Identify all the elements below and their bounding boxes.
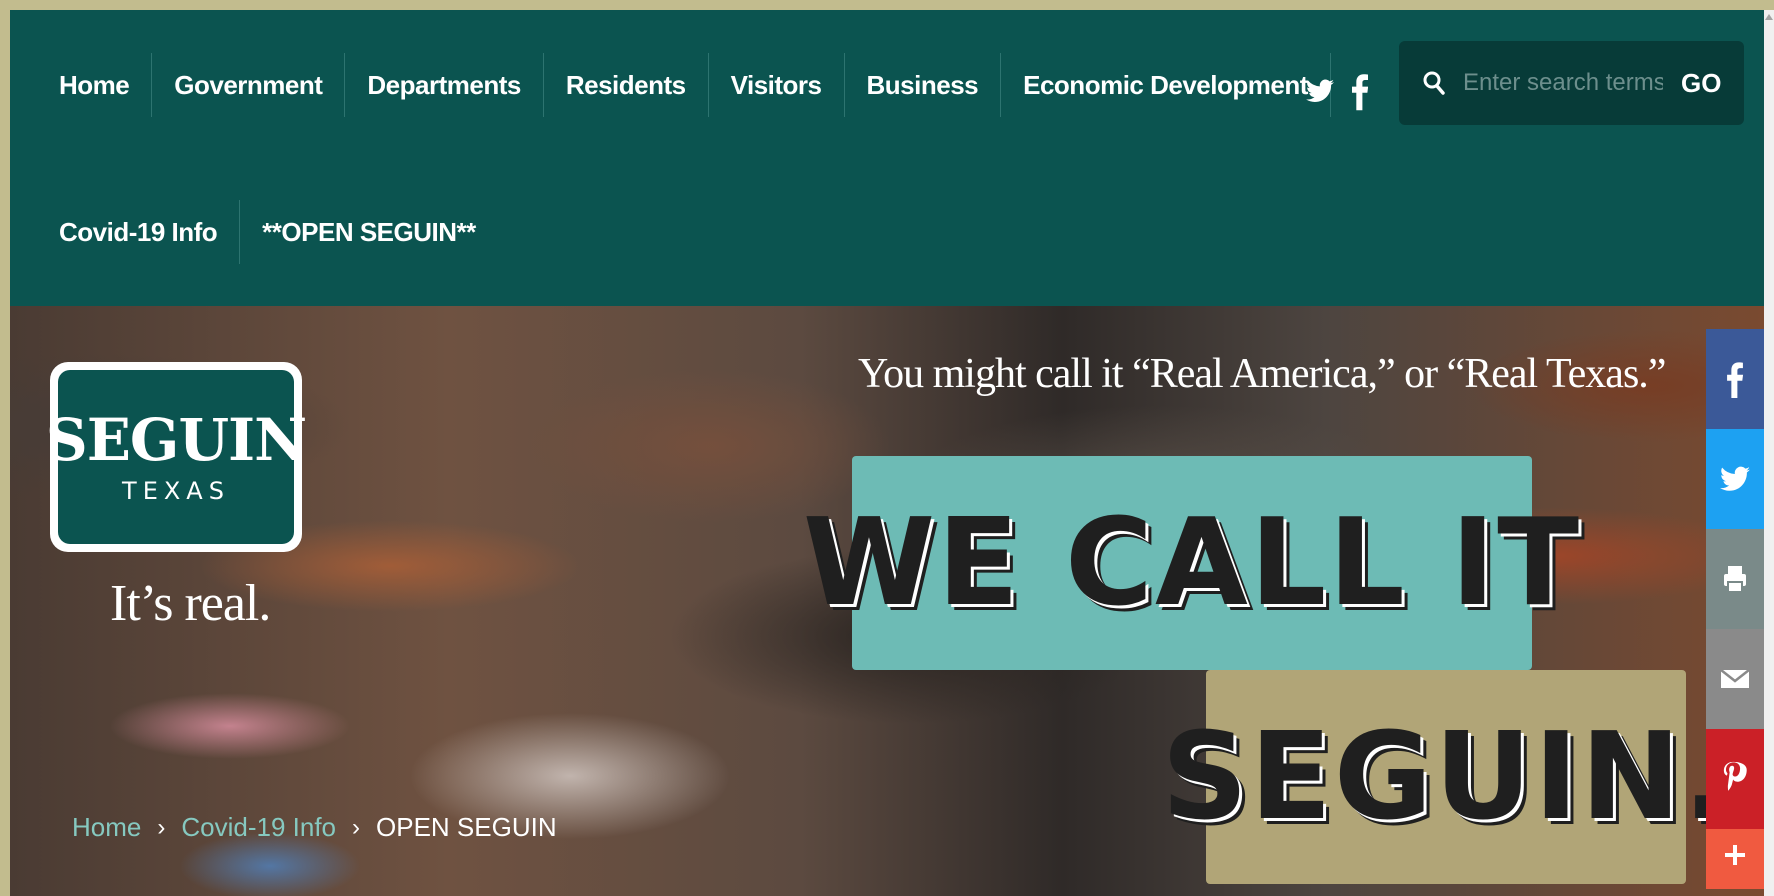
plus-icon xyxy=(1725,845,1745,865)
breadcrumb-covid-info[interactable]: Covid-19 Info xyxy=(181,812,336,843)
nav-open-seguin[interactable]: **OPEN SEGUIN** xyxy=(240,200,498,264)
banner-text-1: WE CALL IT xyxy=(802,493,1582,633)
share-print-button[interactable] xyxy=(1706,529,1764,629)
pinterest-icon xyxy=(1723,761,1747,791)
search-go-button[interactable]: GO xyxy=(1681,68,1721,99)
site-header: Home Government Departments Residents Vi… xyxy=(10,10,1764,306)
header-social-links xyxy=(1306,62,1368,120)
share-sidebar xyxy=(1706,329,1764,889)
nav-home[interactable]: Home xyxy=(38,53,153,117)
email-icon xyxy=(1720,669,1750,688)
breadcrumb-home[interactable]: Home xyxy=(72,812,141,843)
nav-economic-development[interactable]: Economic Development xyxy=(1001,53,1331,117)
share-facebook-button[interactable] xyxy=(1706,329,1764,429)
nav-government[interactable]: Government xyxy=(152,53,346,117)
hero-banner: SEGUIN TEXAS It’s real. You might call i… xyxy=(10,306,1764,896)
print-icon xyxy=(1724,566,1746,593)
hero-banner-seguin: SEGUIN. xyxy=(1162,670,1729,884)
nav-residents[interactable]: Residents xyxy=(544,53,709,117)
hero-banner-we-call-it: WE CALL IT xyxy=(803,456,1579,670)
search-input[interactable] xyxy=(1463,63,1663,103)
seguin-logo[interactable]: SEGUIN TEXAS xyxy=(46,362,307,552)
nav-departments[interactable]: Departments xyxy=(345,53,544,117)
hero-subheadline: You might call it “Real America,” or “Re… xyxy=(858,351,1666,397)
breadcrumb-separator: › xyxy=(157,813,166,841)
logo-subtitle: TEXAS xyxy=(122,477,230,505)
breadcrumb-current: OPEN SEGUIN xyxy=(376,812,557,842)
share-email-button[interactable] xyxy=(1706,629,1764,729)
search-box: GO xyxy=(1399,41,1744,125)
twitter-icon[interactable] xyxy=(1306,78,1334,104)
logo-title: SEGUIN xyxy=(45,406,307,474)
facebook-icon[interactable] xyxy=(1352,70,1368,112)
share-more-button[interactable] xyxy=(1706,829,1764,889)
nav-visitors[interactable]: Visitors xyxy=(709,53,845,117)
main-nav: Home Government Departments Residents Vi… xyxy=(38,53,1331,117)
banner-text-2: SEGUIN. xyxy=(1161,707,1731,847)
nav-business[interactable]: Business xyxy=(845,53,1002,117)
share-pinterest-button[interactable] xyxy=(1706,729,1764,829)
breadcrumb: Home › Covid-19 Info › OPEN SEGUIN xyxy=(72,812,557,843)
nav-covid-info[interactable]: Covid-19 Info xyxy=(38,200,241,264)
twitter-icon xyxy=(1720,466,1750,491)
share-twitter-button[interactable] xyxy=(1706,429,1764,529)
breadcrumb-separator: › xyxy=(352,813,361,841)
scroll-up-arrow-icon[interactable] xyxy=(1765,14,1773,20)
vertical-scrollbar[interactable] xyxy=(1764,10,1774,896)
secondary-nav: Covid-19 Info **OPEN SEGUIN** xyxy=(38,200,498,264)
search-icon[interactable] xyxy=(1419,68,1449,98)
page-frame: Home Government Departments Residents Vi… xyxy=(10,10,1764,896)
facebook-icon xyxy=(1727,362,1744,398)
tagline: It’s real. xyxy=(110,575,271,632)
